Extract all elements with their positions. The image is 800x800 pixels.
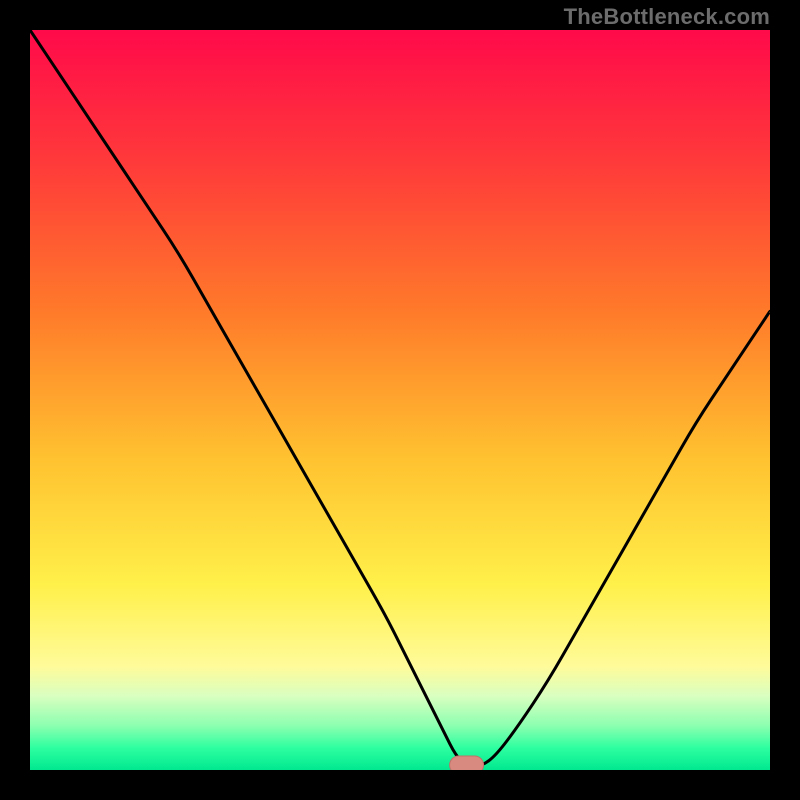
bottleneck-chart xyxy=(30,30,770,770)
watermark-text: TheBottleneck.com xyxy=(564,4,770,30)
plot-area xyxy=(30,30,770,770)
optimal-point-marker xyxy=(450,756,484,770)
chart-frame: TheBottleneck.com xyxy=(0,0,800,800)
gradient-background xyxy=(30,30,770,770)
